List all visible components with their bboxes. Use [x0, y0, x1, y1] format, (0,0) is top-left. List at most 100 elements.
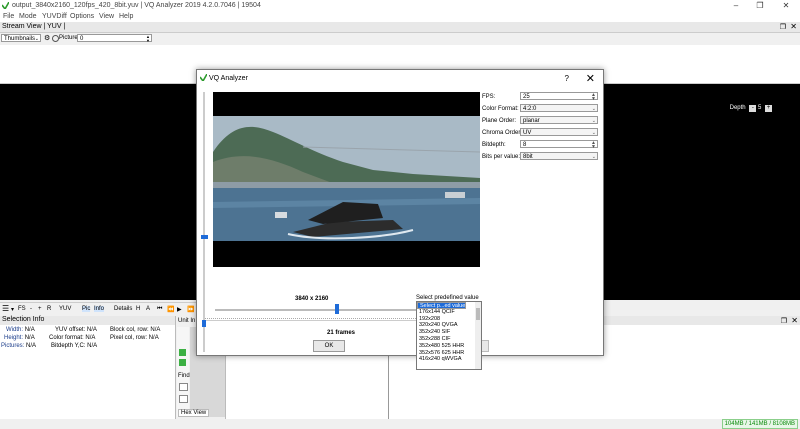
pixel-label: Pixel col, row:	[110, 335, 148, 341]
pic-button[interactable]: Pic	[82, 306, 91, 312]
menu-mode[interactable]: Mode	[19, 13, 37, 20]
zoom-out-button[interactable]: -	[30, 306, 32, 312]
list-scrollbar-thumb[interactable]	[476, 308, 480, 320]
list-scrollbar[interactable]	[475, 302, 481, 369]
color-format-select[interactable]: 4:2:0 ⌄	[520, 104, 598, 112]
unit-info-toolbar: Find	[177, 327, 190, 417]
gear-icon[interactable]: ⚙	[44, 34, 50, 42]
float-icon[interactable]: ❐	[780, 23, 786, 31]
pixel-value: N/A	[148, 335, 159, 341]
menu-view[interactable]: View	[99, 13, 114, 20]
predefined-item[interactable]: 352x480 525 HHR	[417, 343, 481, 350]
minimize-button[interactable]: –	[724, 0, 748, 12]
predefined-item[interactable]: 352x240 SIF	[417, 329, 481, 336]
window-title: output_3840x2160_120fps_420_8bit.yuv | V…	[12, 2, 261, 9]
menu-yuvdiff[interactable]: YUVDiff	[42, 13, 67, 20]
frame-slider[interactable]	[205, 320, 420, 321]
details-button[interactable]: Details	[114, 306, 132, 312]
plane-order-label: Plane Order:	[482, 118, 517, 124]
fps-label: FPS:	[482, 94, 496, 100]
hex-view-tab[interactable]: Hex View	[178, 409, 210, 417]
predefined-item[interactable]: 320x240 QVGA	[417, 322, 481, 329]
info-button[interactable]: Info	[94, 306, 105, 312]
menu-help[interactable]: Help	[119, 13, 133, 20]
close-button[interactable]: ✕	[774, 0, 798, 12]
block-value: N/A	[150, 327, 161, 333]
plane-order-select[interactable]: planar ⌄	[520, 116, 598, 124]
reset-button[interactable]: R	[47, 306, 51, 312]
panel-close-icon[interactable]: ✕	[790, 22, 797, 31]
predefined-item[interactable]: 416x240 qWVGA	[417, 356, 481, 363]
depth-value: 5	[757, 105, 762, 111]
selection-info-panel: Selection Info Width: N/A Height: N/A Pi…	[0, 316, 175, 429]
depth-increase-button[interactable]: +	[765, 105, 772, 112]
vq-analyzer-dialog: VQ Analyzer ? ✕ FPS: 25 ▲ ▼ Color Format: …	[196, 69, 604, 356]
yuv-button[interactable]: YUV	[59, 306, 71, 312]
play-icon[interactable]: ▶	[177, 306, 182, 313]
vertical-slider-thumb[interactable]	[201, 235, 208, 239]
memory-indicator: 104MB / 141MB / 8108MB	[721, 419, 798, 429]
frame-slider-thumb[interactable]	[202, 320, 206, 327]
depth-control: Depth - 5 +	[729, 105, 772, 112]
float-icon-2[interactable]: ❐	[781, 317, 787, 325]
zoom-in-button[interactable]: +	[38, 306, 42, 312]
height-value: N/A	[24, 335, 35, 341]
app-icon	[1, 1, 10, 11]
a-button[interactable]: A	[146, 306, 150, 312]
width-value: N/A	[24, 327, 35, 333]
frames-count: 21 frames	[327, 330, 356, 336]
page-icon-2[interactable]	[179, 395, 188, 403]
fps-input[interactable]: 25 ▲ ▼	[520, 92, 598, 102]
chroma-order-select[interactable]: UV ⌄	[520, 128, 598, 136]
menu-file[interactable]: File	[3, 13, 14, 20]
predefined-item[interactable]: 352x288 CIF	[417, 336, 481, 343]
help-button[interactable]: ?	[565, 74, 569, 83]
bitdepth-value: N/A	[87, 343, 98, 349]
width-slider-thumb[interactable]	[335, 304, 339, 314]
prev-frame-icon[interactable]: ⏪	[167, 306, 174, 313]
yuv-offset-value: N/A	[86, 327, 97, 333]
bits-per-value-label: Bits per value:	[482, 154, 521, 160]
predefined-item[interactable]: 176x144 QCIF	[417, 309, 481, 316]
stream-view-header: Stream View | YUV | ❐ ✕	[0, 22, 800, 33]
maximize-button[interactable]: ❐	[748, 0, 772, 12]
pictures-value: N/A	[26, 343, 37, 349]
bits-per-value-select[interactable]: 8bit ⌄	[520, 152, 598, 160]
predefined-item[interactable]: Select p...ed value	[417, 302, 467, 309]
find-label: Find	[178, 373, 190, 379]
add-icon[interactable]	[179, 349, 186, 356]
pictures-label: Pictures:	[1, 343, 25, 349]
fs-button[interactable]: FS	[18, 306, 26, 312]
h-button[interactable]: H	[136, 306, 140, 312]
color-format-label: Color Format:	[482, 106, 519, 112]
dialog-app-icon	[199, 73, 208, 83]
color-format-label: Color format:	[49, 335, 84, 341]
vertical-slider[interactable]	[203, 92, 205, 352]
predefined-item[interactable]: 352x576 625 HHR	[417, 350, 481, 357]
panel-close-icon-2[interactable]: ✕	[791, 316, 798, 325]
block-label: Block col, row:	[110, 327, 149, 333]
status-bar	[0, 419, 800, 429]
chroma-order-label: Chroma Order:	[482, 130, 523, 136]
thumbnails-select[interactable]: Thumbnails ⌄	[1, 34, 41, 42]
next-frame-icon[interactable]: ⏩	[187, 306, 194, 313]
unit-info-title: Unit In	[178, 318, 196, 324]
frame-preview	[213, 92, 480, 267]
page-icon[interactable]	[179, 383, 188, 391]
color-format-value: N/A	[85, 335, 96, 341]
predefined-item[interactable]: 192x208	[417, 316, 481, 323]
add-icon-2[interactable]	[179, 359, 186, 366]
picture-input[interactable]: 0 ▲ ▼	[77, 34, 152, 43]
menu-options[interactable]: Options	[70, 13, 94, 20]
depth-decrease-button[interactable]: -	[749, 105, 757, 112]
stream-view-label: Stream View | YUV |	[2, 23, 66, 30]
hamburger-icon[interactable]: ☰	[2, 304, 9, 313]
dropdown-icon[interactable]: ▾	[11, 306, 14, 313]
first-frame-icon[interactable]: ⏮	[157, 306, 162, 313]
ok-button[interactable]: OK	[313, 340, 345, 352]
predefined-list[interactable]: Select p...ed value 128x96 SQCIF 176x144…	[416, 301, 482, 370]
menu-bar: File Mode YUVDiff Options View Help	[0, 12, 800, 22]
bitdepth-input[interactable]: 8 ▲ ▼	[520, 140, 598, 150]
dialog-close-button[interactable]: ✕	[586, 72, 595, 85]
radio-icon[interactable]	[52, 35, 59, 42]
